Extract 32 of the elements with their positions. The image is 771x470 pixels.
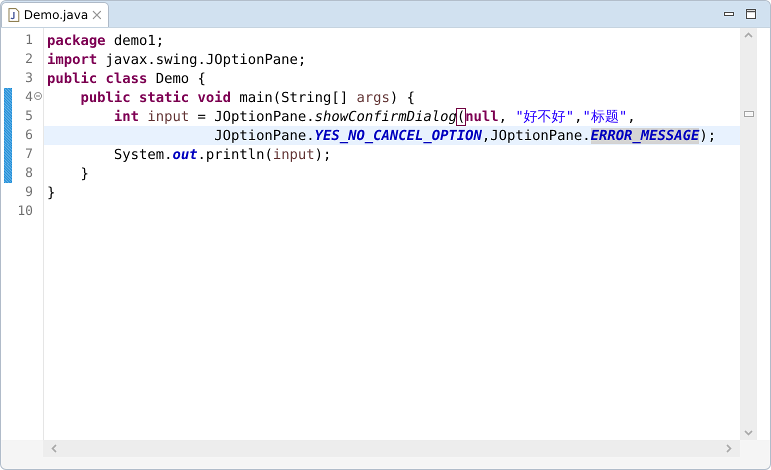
java-file-icon [8, 8, 20, 22]
line-number: 5 [25, 109, 33, 124]
code-line: } [79, 166, 89, 182]
line-number: 1 [25, 33, 33, 48]
vertical-scrollbar[interactable] [740, 28, 757, 440]
line-number: 9 [25, 185, 33, 200]
scroll-left-icon[interactable] [51, 444, 57, 453]
line-number: 4 [25, 90, 33, 105]
code-line: JOptionPane.YES_NO_CANCEL_OPTION,JOptionPane.ERROR_MESSAGE); [213, 128, 716, 144]
horizontal-scrollbar[interactable] [43, 440, 740, 457]
code-line: package demo1; [47, 32, 164, 48]
scroll-thumb[interactable] [744, 111, 754, 117]
editor-tab[interactable]: Demo.java [1, 2, 109, 27]
line-number: 2 [25, 52, 33, 67]
code-line: System.out.println(input); [112, 146, 332, 162]
maximize-icon[interactable] [746, 9, 756, 19]
scroll-down-icon[interactable] [744, 430, 753, 436]
line-number: 6 [25, 128, 33, 143]
line-number: 7 [25, 147, 33, 162]
code-line: import javax.swing.JOptionPane; [47, 52, 306, 68]
line-number: 8 [25, 166, 33, 181]
code-line: public class Demo { [47, 70, 206, 86]
line-number: 10 [17, 204, 33, 219]
line-number: 3 [25, 71, 33, 86]
code-line: public static void main(String[] args) { [79, 90, 415, 106]
scroll-up-icon[interactable] [744, 32, 753, 38]
minimize-icon[interactable] [724, 12, 734, 16]
code-line: } [47, 184, 56, 200]
code-line: int input = JOptionPane.showConfirmDialog(null, "好不好","标题", [112, 108, 636, 126]
scroll-right-icon[interactable] [726, 444, 732, 453]
close-icon[interactable] [92, 10, 102, 20]
collapse-icon[interactable] [34, 92, 42, 100]
